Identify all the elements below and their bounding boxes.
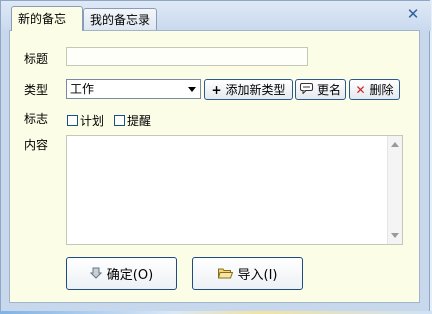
- scroll-up-arrow-icon[interactable]: [391, 142, 399, 147]
- type-label: 类型: [24, 83, 49, 97]
- speech-bubble-icon: [299, 83, 313, 96]
- content-scrollbar[interactable]: [387, 136, 402, 244]
- import-button[interactable]: 导入(I): [192, 257, 303, 290]
- add-type-label: 添加新类型: [225, 83, 286, 97]
- memo-window: 新的备忘 我的备忘录 ✕ 标题 类型 工作 + 添加新类型 更名 ✕ 删除 标志: [0, 0, 431, 312]
- remind-checkbox-box[interactable]: [114, 115, 125, 126]
- plan-checkbox-box[interactable]: [67, 115, 78, 126]
- type-selected-value: 工作: [70, 82, 95, 96]
- remind-checkbox-label: 提醒: [127, 114, 152, 128]
- content-label: 内容: [24, 138, 49, 152]
- plus-icon: +: [211, 82, 222, 97]
- folder-icon: [217, 267, 233, 281]
- red-x-icon: ✕: [355, 82, 366, 97]
- tab-new-memo[interactable]: 新的备忘: [11, 6, 83, 31]
- tab-strip: 新的备忘 我的备忘录 ✕: [1, 1, 431, 31]
- delete-button[interactable]: ✕ 删除: [349, 79, 400, 100]
- confirm-button[interactable]: 确定(O): [66, 257, 177, 290]
- flag-label: 标志: [24, 112, 49, 126]
- confirm-label: 确定(O): [106, 268, 154, 283]
- import-label: 导入(I): [237, 268, 278, 283]
- title-input[interactable]: [66, 47, 308, 66]
- content-textarea[interactable]: [66, 135, 403, 245]
- close-icon[interactable]: ✕: [405, 6, 421, 22]
- down-arrow-icon: [89, 267, 103, 281]
- new-memo-panel: 标题 类型 工作 + 添加新类型 更名 ✕ 删除 标志 计划 提醒 内容 确定(…: [9, 30, 420, 303]
- remind-checkbox[interactable]: 提醒: [114, 112, 151, 129]
- add-type-button[interactable]: + 添加新类型: [204, 79, 293, 100]
- scroll-down-arrow-icon[interactable]: [391, 233, 399, 238]
- title-label: 标题: [24, 52, 49, 66]
- plan-checkbox-label: 计划: [80, 114, 105, 128]
- rename-button[interactable]: 更名: [295, 79, 346, 100]
- tab-my-memos[interactable]: 我的备忘录: [83, 8, 157, 30]
- rename-label: 更名: [316, 83, 341, 97]
- type-select[interactable]: 工作: [66, 79, 201, 99]
- plan-checkbox[interactable]: 计划: [67, 112, 104, 129]
- delete-label: 删除: [369, 83, 394, 97]
- chevron-down-icon: [184, 80, 200, 98]
